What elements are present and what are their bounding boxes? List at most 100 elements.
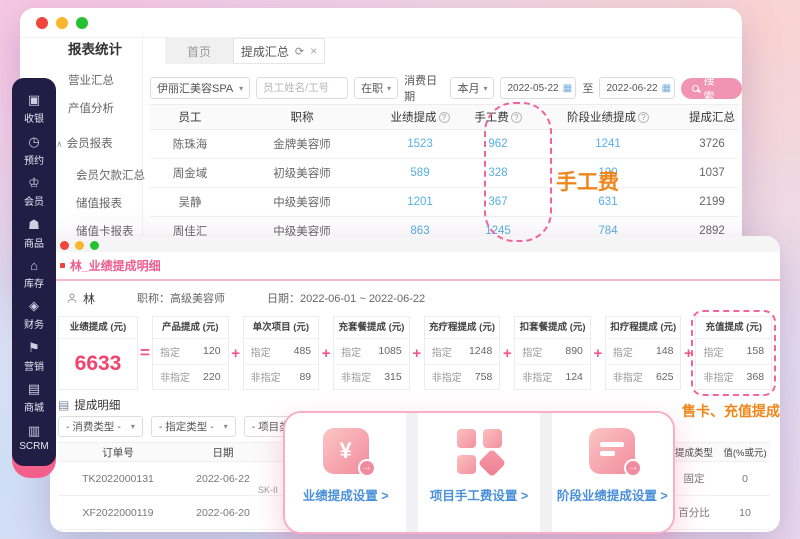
person-icon xyxy=(67,293,77,303)
equals-sign: = xyxy=(140,343,150,362)
staff-search-input[interactable] xyxy=(256,77,349,99)
traffic-light-close-icon[interactable] xyxy=(60,241,69,250)
search-icon xyxy=(692,84,700,92)
period-select[interactable]: 本月 ▾ xyxy=(450,77,495,99)
col-commission-type: 提成类型 xyxy=(674,448,713,459)
formula-box-recharge: 充值提成 (元) 指定 158 非指定 368 xyxy=(691,310,776,396)
formula-box-course-deduct: 扣疗程提成 (元) 指定 148 非指定 625 xyxy=(604,316,682,390)
scrm-icon: ▥ xyxy=(27,422,41,438)
sidebar-item-business-summary[interactable]: 营业汇总 xyxy=(68,72,114,88)
desktop: { "colors": { "accent_pink": "#f2558c", … xyxy=(0,0,800,539)
collapse-icon: ∧ xyxy=(56,139,63,149)
cell-total: 1037 xyxy=(699,167,725,179)
cell-performance[interactable]: 1523 xyxy=(374,138,466,150)
store-select[interactable]: 伊丽汇美容SPA ▾ xyxy=(150,77,251,99)
sidebar-item-output-analysis[interactable]: 产值分析 xyxy=(68,100,114,116)
col-date: 日期 xyxy=(212,446,234,459)
sidebar-item-member-arrears[interactable]: 会员欠款汇总 xyxy=(76,167,145,183)
tab-commission-summary[interactable]: 提成汇总 ⟳ × xyxy=(233,38,325,64)
marketing-icon: ⚑ xyxy=(28,339,40,355)
cell-handwork[interactable]: 367 xyxy=(466,196,530,208)
sidebar-item-cashier[interactable]: ▣ 收银 xyxy=(24,92,44,125)
item-handwork-fee-settings[interactable]: 项目手工费设置 > xyxy=(418,413,540,532)
cell-handwork[interactable]: 328 xyxy=(466,167,530,179)
traffic-light-maximize-icon[interactable] xyxy=(90,241,99,250)
refresh-icon[interactable]: ⟳ xyxy=(295,45,304,58)
commission-summary-table: 员工 职称 业绩提成? 手工费? 阶段业绩提成? 提成汇总 陈珠海 金牌美容师 … xyxy=(150,104,738,246)
sidebar-item-mall[interactable]: ▤ 商城 xyxy=(24,381,44,414)
cell-performance[interactable]: 589 xyxy=(374,167,466,179)
sidebar-item-inventory[interactable]: ⌂ 库存 xyxy=(24,258,44,290)
sidebar-item-scrm[interactable]: ▥ SCRM xyxy=(19,423,48,452)
plus-sign: + xyxy=(593,344,603,362)
help-icon[interactable]: ? xyxy=(438,112,450,123)
section-title: 提成明细 xyxy=(74,400,121,412)
date-from-input[interactable]: 2022-05-22 ▦ xyxy=(500,77,577,99)
date-range-separator: 至 xyxy=(582,83,594,95)
product-icon: ☗ xyxy=(28,216,40,232)
staff-input[interactable] xyxy=(263,82,342,94)
plus-sign: + xyxy=(231,344,240,362)
page-title: 报表统计 xyxy=(68,42,122,57)
designated-type-select[interactable]: - 指定类型 - ▾ xyxy=(150,415,236,437)
clipped-item-text: SK-II xyxy=(258,485,279,495)
performance-commission-settings[interactable]: ¥ → 业绩提成设置 > xyxy=(285,413,407,532)
sidebar-item-member[interactable]: ♔ 会员 xyxy=(24,175,44,208)
cell-title: 金牌美容师 xyxy=(273,139,331,151)
cell-stage[interactable]: 120 xyxy=(530,167,686,179)
status-select[interactable]: 在职 ▾ xyxy=(354,77,399,99)
cell-performance[interactable]: 1201 xyxy=(374,196,466,208)
traffic-light-close-icon[interactable] xyxy=(36,17,48,29)
detail-tab-bar: 林_业绩提成明细 xyxy=(50,252,780,281)
cell-stage[interactable]: 1241 xyxy=(530,138,686,150)
cell-order-no: XF2022000119 xyxy=(82,506,154,519)
traffic-light-minimize-icon[interactable] xyxy=(75,241,84,250)
cell-total: 2199 xyxy=(699,196,725,208)
report-date-range: 日期：2022-06-01 ~ 2022-06-22 xyxy=(267,293,426,305)
sidebar-item-marketing[interactable]: ⚑ 营销 xyxy=(24,340,44,373)
cell-employee: 吴静 xyxy=(178,197,202,209)
sidebar-item-stored-value[interactable]: 储值报表 xyxy=(76,195,122,211)
col-order-no: 订单号 xyxy=(102,446,134,459)
formula-box-course-topup: 充疗程提成 (元) 指定 1248 非指定 758 xyxy=(423,316,501,390)
sidebar-item-product[interactable]: ☗ 商品 xyxy=(24,217,44,250)
formula-box-package-deduct: 扣套餐提成 (元) 指定 890 非指定 124 xyxy=(514,316,591,390)
table-row: 吴静 中级美容师 1201 367 631 2199 xyxy=(150,188,738,217)
arrow-badge-icon: → xyxy=(624,459,643,477)
cell-total: 3726 xyxy=(699,138,725,150)
sidebar-item-member-reports[interactable]: ∧ 会员报表 xyxy=(56,135,113,151)
stage-commission-settings[interactable]: → 阶段业绩提成设置 > xyxy=(551,413,673,532)
col-handwork-fee: 手工费? xyxy=(466,109,530,125)
formula-box-product: 产品提成 (元) 指定 120 非指定 220 xyxy=(152,316,229,390)
col-stage-commission: 阶段业绩提成? xyxy=(530,109,686,125)
date-to-input[interactable]: 2022-06-22 ▦ xyxy=(599,77,676,99)
list-icon: ▤ xyxy=(58,398,70,412)
window1-titlebar xyxy=(20,8,742,38)
cell-employee: 周金域 xyxy=(172,168,208,180)
consume-type-select[interactable]: - 消费类型 - ▾ xyxy=(58,415,143,437)
formula-box-single-item: 单次项目 (元) 指定 485 非指定 89 xyxy=(242,316,320,390)
sidebar-item-finance[interactable]: ◈ 财务 xyxy=(24,298,44,331)
chevron-down-icon: ▾ xyxy=(239,83,244,93)
mall-icon: ▤ xyxy=(27,381,41,397)
tab-home[interactable]: 首页 xyxy=(165,38,233,64)
cell-handwork[interactable]: 962 xyxy=(466,138,530,150)
traffic-light-minimize-icon[interactable] xyxy=(56,17,68,29)
col-job-title: 职称 xyxy=(290,112,314,124)
col-commission-total: 提成汇总 xyxy=(689,112,735,124)
search-button[interactable]: 搜 索 xyxy=(681,75,742,103)
booking-icon: ◷ xyxy=(28,133,40,149)
cell-commission-type: 固定 xyxy=(683,473,705,485)
window2-titlebar xyxy=(50,236,780,252)
traffic-light-maximize-icon[interactable] xyxy=(76,17,88,29)
help-icon[interactable]: ? xyxy=(510,112,522,123)
commission-formula: 业绩提成 (元) 6633 = 产品提成 (元) 指定 120 非指定 220 + … xyxy=(58,310,776,396)
help-icon[interactable]: ? xyxy=(638,112,649,123)
cell-value: 10 xyxy=(739,506,751,519)
close-icon[interactable]: × xyxy=(310,44,317,58)
sidebar-item-booking[interactable]: ◷ 预约 xyxy=(24,134,44,167)
unsaved-dot-icon xyxy=(60,263,65,268)
tab-commission-detail[interactable]: 林_业绩提成明细 xyxy=(70,257,161,274)
cell-stage[interactable]: 631 xyxy=(530,196,686,208)
col-value: 值(%或元) xyxy=(723,448,767,459)
